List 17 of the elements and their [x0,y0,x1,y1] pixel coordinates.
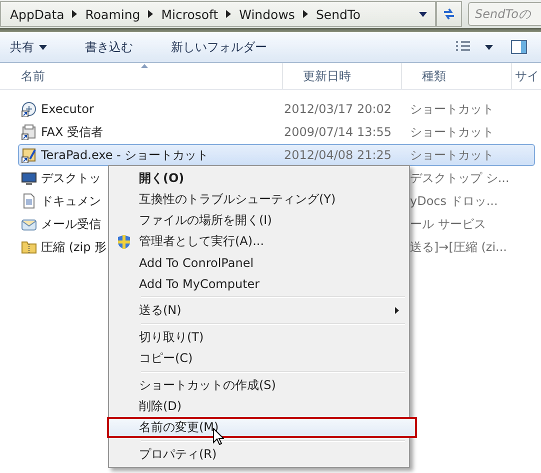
file-type: yDocs ドロッ... [410,194,498,208]
file-date: 2009/07/14 13:55 [284,125,392,139]
file-name: メール受信 [41,216,101,232]
file-name: ドキュメン [41,192,101,210]
file-type: デスクトップ シ... [410,170,510,184]
file-type: 送る]→[圧縮 (zi... [410,240,507,254]
file-type: ショートカット [410,148,494,162]
file-date: 2012/03/17 20:02 [284,102,392,116]
file-name: TeraPad.exe - ショートカット [41,146,209,164]
file-name: FAX 受信者 [41,124,104,140]
file-type: ショートカット [410,124,494,138]
file-date: 2012/04/08 21:25 [284,148,392,162]
file-type: ショートカット [410,102,494,116]
file-name: 圧縮 (zip 形 [41,238,107,256]
file-name: デスクトッ [41,170,101,186]
file-type: ール サービス [410,216,486,230]
file-name: Executor [41,102,94,116]
